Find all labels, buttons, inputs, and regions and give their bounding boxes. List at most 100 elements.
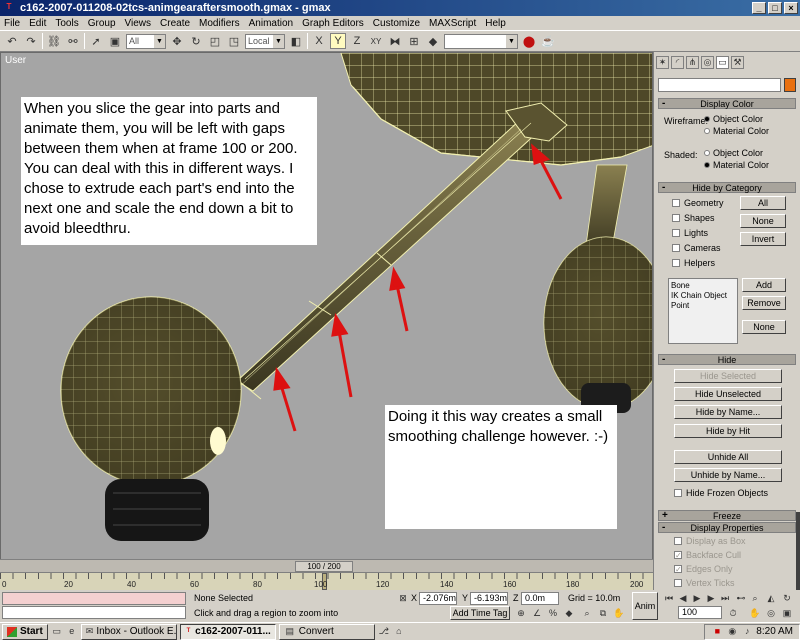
align-icon[interactable]: ⊞ (406, 33, 422, 49)
zoom-icon[interactable]: ⌕ (580, 607, 594, 620)
internet-explorer-icon[interactable]: e (66, 626, 78, 638)
play-icon[interactable]: ▶ (690, 592, 704, 605)
list-none-button[interactable]: None (742, 320, 786, 334)
hide-frozen-checkbox[interactable]: Hide Frozen Objects (674, 488, 768, 498)
rotate-icon[interactable]: ↻ (188, 33, 204, 49)
create-tab-icon[interactable]: ✶ (656, 56, 669, 69)
redo-icon[interactable]: ↷ (23, 33, 39, 49)
time-slider-thumb[interactable]: 100 / 200 (295, 561, 353, 572)
axis-x-icon[interactable]: X (311, 33, 327, 49)
scale-uniform-icon[interactable]: ◳ (226, 33, 242, 49)
rollout-display-properties[interactable]: - Display Properties (658, 522, 796, 533)
coordinate-system-dropdown[interactable]: Local ▼ (245, 33, 285, 49)
remove-button[interactable]: Remove (742, 296, 786, 310)
menu-animation[interactable]: Animation (245, 18, 298, 29)
zoom-all-icon[interactable]: ⧉ (596, 607, 610, 620)
snap-icon[interactable]: ◆ (425, 33, 441, 49)
start-button[interactable]: Start (2, 623, 48, 640)
rollout-hide[interactable]: - Hide (658, 354, 796, 365)
spinner-snap-icon[interactable]: ◆ (562, 607, 576, 620)
x-coordinate-field[interactable]: -2.076m (419, 592, 457, 605)
menu-graph-editors[interactable]: Graph Editors (298, 18, 369, 29)
shapes-checkbox[interactable]: Shapes (672, 213, 715, 223)
scale-icon[interactable]: ◰ (207, 33, 223, 49)
cameras-checkbox[interactable]: Cameras (672, 243, 721, 253)
minimize-button[interactable]: _ (752, 2, 766, 14)
named-selection-dropdown[interactable]: ▼ (444, 33, 518, 49)
snap-toggle-icon[interactable]: ⊕ (514, 607, 528, 620)
menu-help[interactable]: Help (481, 18, 511, 29)
display-tab-icon[interactable]: ▭ (716, 56, 729, 69)
object-color-swatch[interactable] (784, 78, 796, 92)
go-to-end-icon[interactable]: ⏭ (718, 592, 732, 605)
arc-rotate-icon[interactable]: ↻ (780, 592, 794, 605)
hide-selected-button[interactable]: Hide Selected (674, 369, 782, 383)
category-list[interactable]: Bone IK Chain Object Point (668, 278, 738, 344)
region-select-icon[interactable]: ▣ (107, 33, 123, 49)
pan-icon[interactable]: ✋ (612, 607, 626, 620)
hierarchy-tab-icon[interactable]: ⋔ (686, 56, 699, 69)
orbit-icon[interactable]: ◎ (764, 607, 778, 620)
quicklaunch-icon[interactable]: ⌂ (393, 626, 405, 638)
z-coordinate-field[interactable]: 0.0m (521, 592, 559, 605)
axis-z-icon[interactable]: Z (349, 33, 365, 49)
pivot-center-icon[interactable]: ◧ (288, 33, 304, 49)
object-name-field[interactable] (658, 78, 781, 92)
menu-edit[interactable]: Edit (25, 18, 51, 29)
hide-unselected-button[interactable]: Hide Unselected (674, 387, 782, 401)
rollout-display-color[interactable]: - Display Color (658, 98, 796, 109)
mirror-icon[interactable]: ⧓ (387, 33, 403, 49)
move-icon[interactable]: ✥ (169, 33, 185, 49)
modify-tab-icon[interactable]: ◜ (671, 56, 684, 69)
maximize-viewport-icon[interactable]: ▣ (780, 607, 794, 620)
menu-create[interactable]: Create (156, 18, 195, 29)
menu-modifiers[interactable]: Modifiers (195, 18, 245, 29)
vertex-ticks-checkbox[interactable]: Vertex Ticks (674, 578, 735, 587)
all-button[interactable]: All (740, 196, 786, 210)
render-teapot-icon[interactable]: ☕ (540, 33, 556, 49)
menu-maxscript[interactable]: MAXScript (425, 18, 481, 29)
select-arrow-icon[interactable]: ➚ (88, 33, 104, 49)
tray-icon[interactable]: ◉ (726, 626, 738, 638)
invert-button[interactable]: Invert (740, 232, 786, 246)
material-editor-icon[interactable]: ⬤ (521, 33, 537, 49)
quicklaunch-icon[interactable]: ⎇ (378, 626, 390, 638)
taskbar-item-gmax[interactable]: ᵀ c162-2007-011... (179, 623, 276, 640)
shaded-object-color-radio[interactable]: Object Color (704, 148, 763, 158)
clock[interactable]: 8:20 AM (756, 626, 793, 637)
list-item[interactable]: Bone (671, 281, 735, 291)
go-to-start-icon[interactable]: ⏮ (662, 592, 676, 605)
hide-by-hit-button[interactable]: Hide by Hit (674, 424, 782, 438)
wireframe-material-color-radio[interactable]: Material Color (704, 126, 769, 136)
add-button[interactable]: Add (742, 278, 786, 292)
backface-cull-checkbox[interactable]: ✓ Backface Cull (674, 550, 741, 560)
perspective-viewport[interactable]: User When you slice the gear into parts … (0, 52, 653, 572)
axis-y-icon[interactable]: Y (330, 33, 346, 49)
selection-filter-dropdown[interactable]: All ▼ (126, 33, 166, 49)
motion-tab-icon[interactable]: ◎ (701, 56, 714, 69)
menu-customize[interactable]: Customize (369, 18, 425, 29)
add-time-tag-button[interactable]: Add Time Tag (450, 606, 510, 620)
axis-xy-icon[interactable]: XY (368, 33, 384, 49)
track-bar[interactable]: 0 20 40 60 80 100 120 140 160 180 200 (0, 572, 653, 590)
list-item[interactable]: IK Chain Object (671, 291, 735, 301)
tray-icon[interactable]: ♪ (741, 626, 753, 638)
hide-by-name-button[interactable]: Hide by Name... (674, 405, 782, 419)
edges-only-checkbox[interactable]: ✓ Edges Only (674, 564, 733, 574)
wireframe-object-color-radio[interactable]: Object Color (704, 114, 763, 124)
menu-tools[interactable]: Tools (51, 18, 83, 29)
percent-snap-icon[interactable]: % (546, 607, 560, 620)
menu-group[interactable]: Group (84, 18, 121, 29)
lights-checkbox[interactable]: Lights (672, 228, 708, 238)
animate-button[interactable]: Anim (632, 592, 658, 620)
gmax-icon[interactable]: ᵀ (2, 1, 16, 15)
shaded-material-color-radio[interactable]: Material Color (704, 160, 769, 170)
none-button[interactable]: None (740, 214, 786, 228)
utilities-tab-icon[interactable]: ⚒ (731, 56, 744, 69)
unlink-icon[interactable]: ⚯ (65, 33, 81, 49)
link-icon[interactable]: ⛓ (46, 33, 62, 49)
time-slider[interactable]: 100 / 200 (0, 559, 653, 572)
angle-snap-icon[interactable]: ∠ (530, 607, 544, 620)
maxscript-output-field[interactable] (2, 606, 186, 619)
rollout-hide-by-category[interactable]: - Hide by Category (658, 182, 796, 193)
